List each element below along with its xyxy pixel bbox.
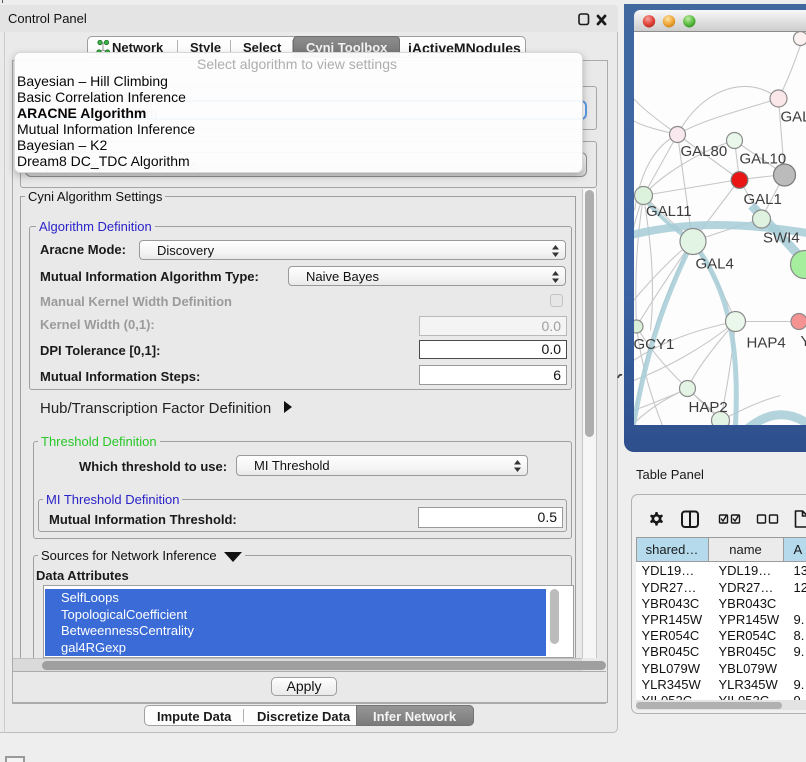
svg-text:GAL1: GAL1 [743,191,781,208]
svg-text:HAP2: HAP2 [688,399,727,416]
svg-text:GAL4: GAL4 [695,255,733,272]
svg-text:GAL80: GAL80 [680,143,727,160]
svg-text:GCY1: GCY1 [634,336,674,353]
svg-text:SWI4: SWI4 [763,229,800,246]
svg-text:Y: Y [800,333,806,350]
svg-text:GAL7: GAL7 [780,108,806,125]
svg-text:GAL11: GAL11 [646,203,692,220]
svg-text:GAL10: GAL10 [739,150,786,167]
svg-text:HAP4: HAP4 [746,334,785,351]
